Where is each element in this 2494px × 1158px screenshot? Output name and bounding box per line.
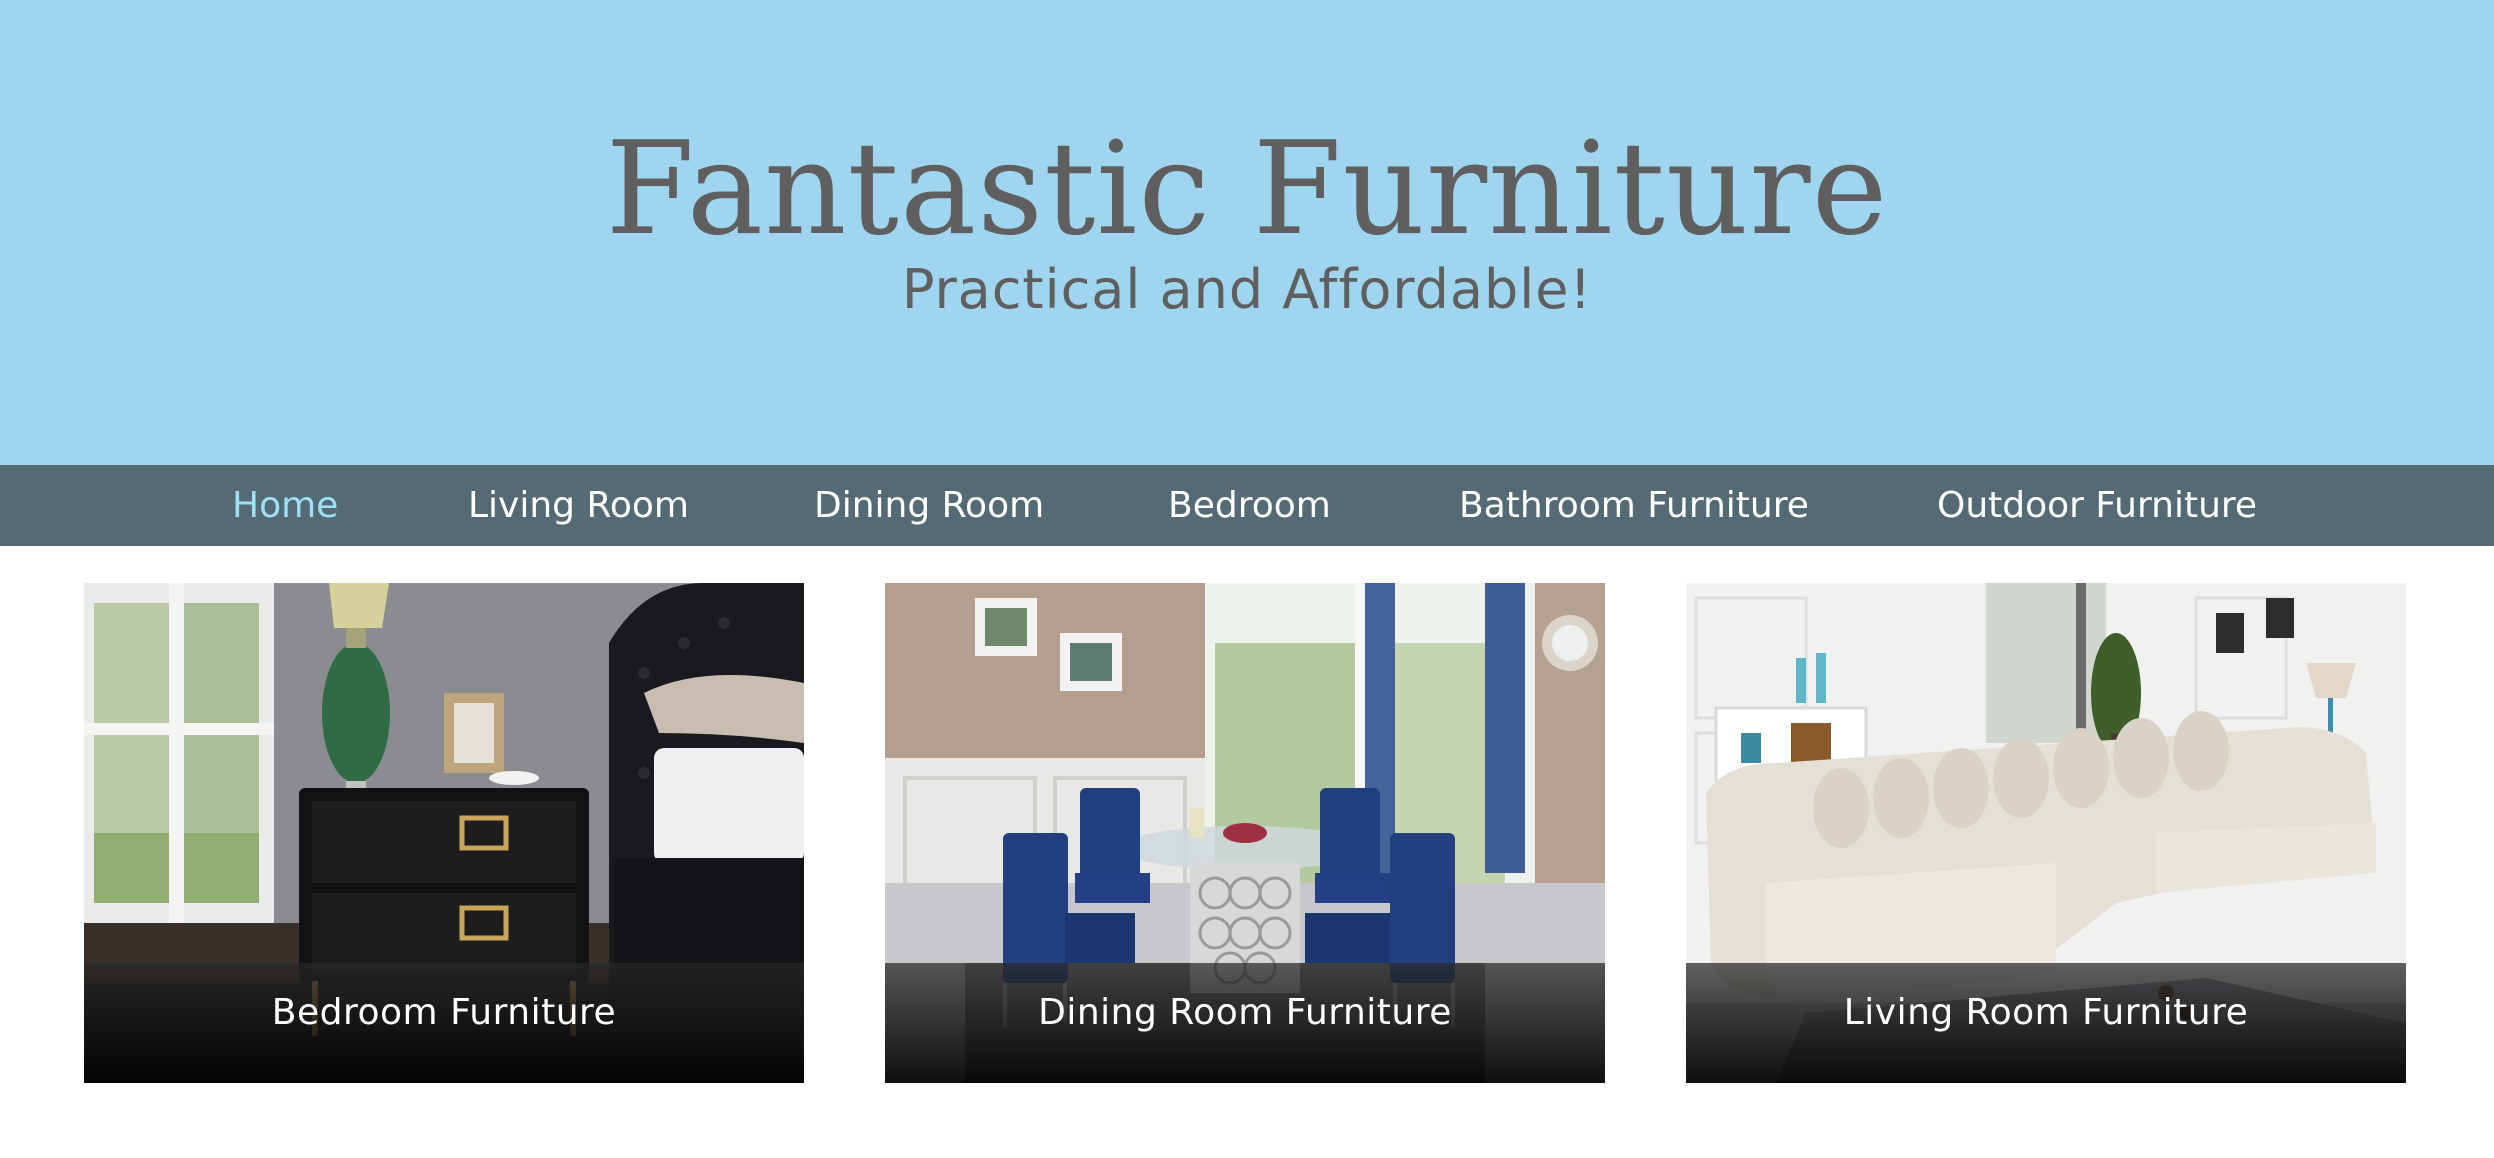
card-caption: Bedroom Furniture <box>271 992 617 1033</box>
card-caption: Living Room Furniture <box>1843 992 2249 1033</box>
site-title: Fantastic Furniture <box>605 115 1889 264</box>
card-caption: Dining Room Furniture <box>1038 992 1452 1033</box>
card-living-room-furniture[interactable]: Living Room Furniture <box>1686 583 2406 1083</box>
nav-item-outdoor-furniture[interactable]: Outdoor Furniture <box>1937 465 2257 546</box>
nav-item-bathroom-furniture[interactable]: Bathroom Furniture <box>1459 465 1809 546</box>
card-dining-room-furniture[interactable]: Dining Room Furniture <box>885 583 1605 1083</box>
nav-item-home[interactable]: Home <box>232 465 338 546</box>
nav-item-dining-room[interactable]: Dining Room <box>814 465 1044 546</box>
nav-item-living-room[interactable]: Living Room <box>468 465 689 546</box>
card-bedroom-furniture[interactable]: Bedroom Furniture <box>84 583 804 1083</box>
site-header: Fantastic Furniture Practical and Afford… <box>0 0 2494 465</box>
main-nav: Home Living Room Dining Room Bedroom Bat… <box>0 465 2494 546</box>
nav-item-bedroom[interactable]: Bedroom <box>1168 465 1331 546</box>
site-tagline: Practical and Affordable! <box>901 258 1593 321</box>
